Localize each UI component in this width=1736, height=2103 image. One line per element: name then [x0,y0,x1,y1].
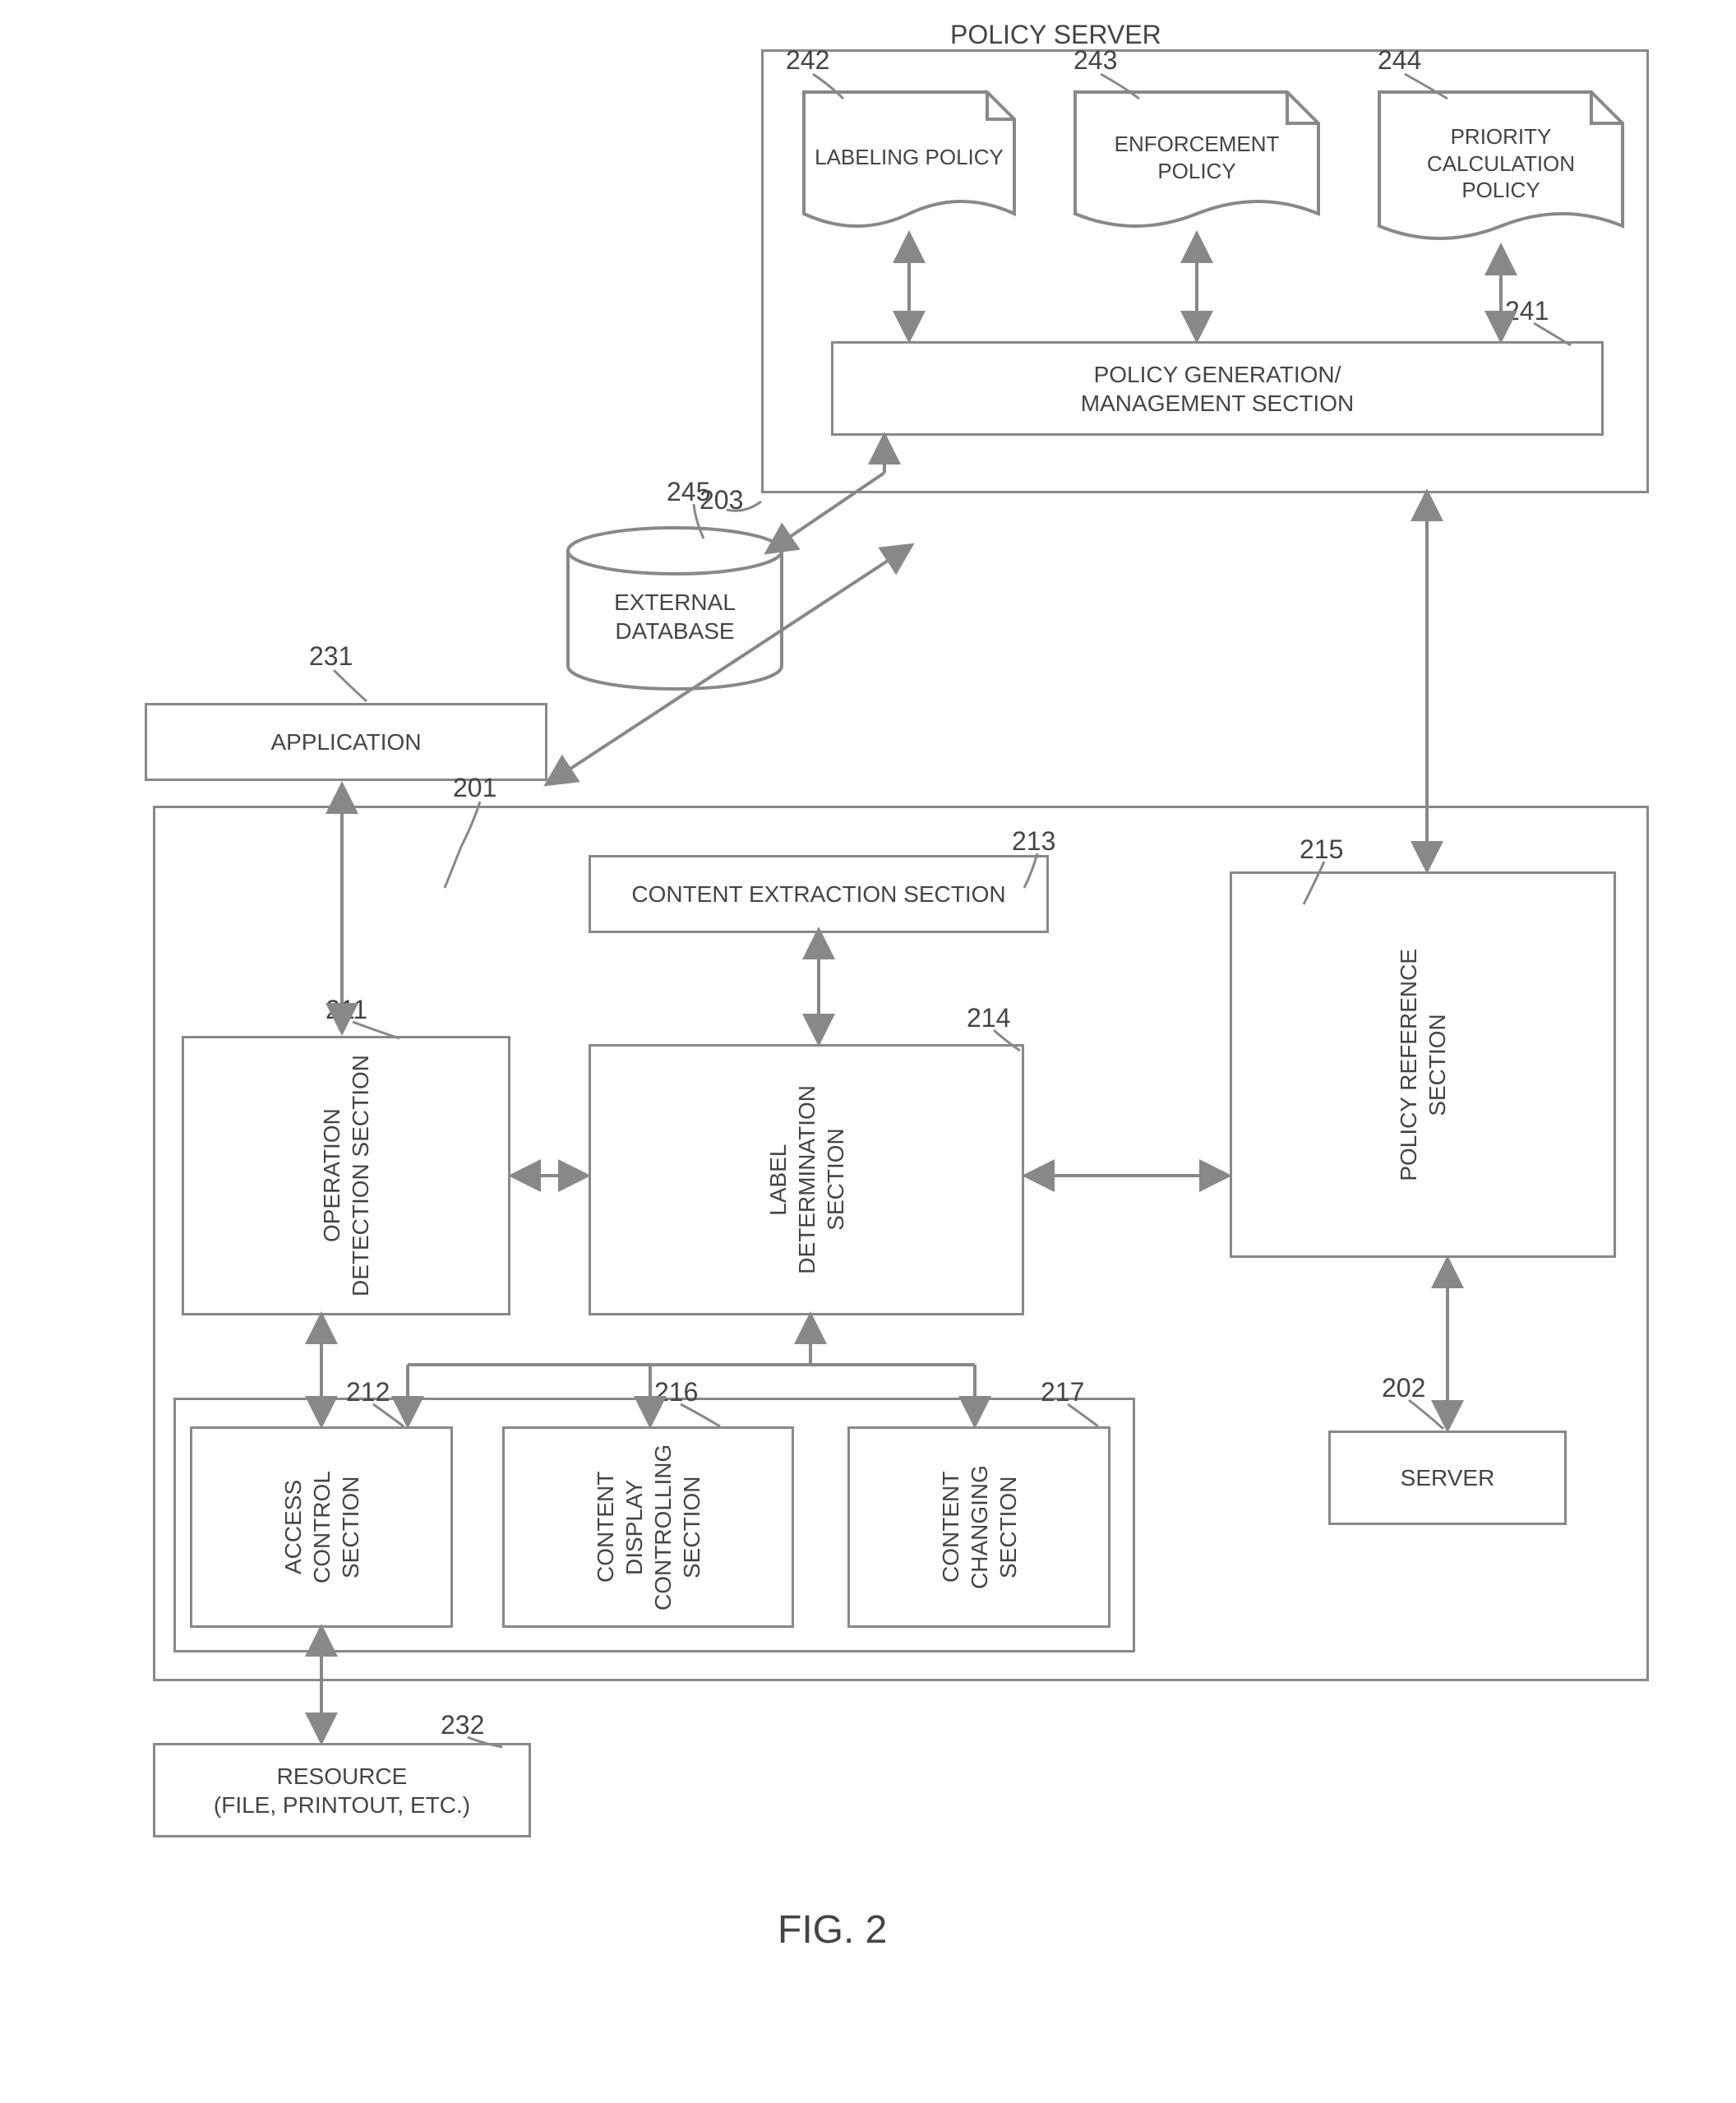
ref-212: 212 [346,1377,390,1407]
application-label: APPLICATION [270,728,421,756]
access-control-label: ACCESS CONTROL SECTION [279,1435,365,1619]
operation-detection-label: OPERATION DETECTION SECTION [317,1055,375,1296]
labeling-policy-doc: LABELING POLICY [802,90,1016,234]
ref-245: 245 [667,477,710,507]
enforcement-policy-doc: ENFORCEMENT POLICY [1073,90,1320,234]
policy-server-label: POLICY SERVER [950,20,1161,50]
external-database: EXTERNAL DATABASE [564,526,786,691]
content-changing-box: CONTENT CHANGING SECTION [847,1426,1110,1628]
label-determination-label: LABEL DETERMINATION SECTION [764,1085,850,1274]
ref-243: 243 [1073,45,1117,76]
policy-gen-mgmt-label: POLICY GENERATION/ MANAGEMENT SECTION [1081,360,1354,418]
resource-box: RESOURCE (FILE, PRINTOUT, ETC.) [153,1743,531,1837]
ref-201: 201 [453,773,496,803]
ref-213: 213 [1012,826,1055,857]
content-display-controlling-box: CONTENT DISPLAY CONTROLLING SECTION [502,1426,794,1628]
ref-216: 216 [654,1377,698,1407]
content-extraction-label: CONTENT EXTRACTION SECTION [631,880,1005,908]
policy-reference-box: POLICY REFERENCE SECTION [1230,871,1616,1258]
ref-241: 241 [1505,296,1549,326]
content-display-controlling-label: CONTENT DISPLAY CONTROLLING SECTION [591,1435,706,1619]
ref-214: 214 [967,1003,1010,1033]
content-extraction-box: CONTENT EXTRACTION SECTION [589,855,1049,933]
ref-231: 231 [309,641,353,672]
policy-reference-label: POLICY REFERENCE SECTION [1394,949,1452,1181]
diagram-canvas: POLICY SERVER LABELING POLICY ENFORCEMEN… [46,16,1690,2006]
ref-217: 217 [1041,1377,1084,1407]
ref-244: 244 [1378,45,1421,76]
ref-211: 211 [326,995,367,1025]
content-changing-label: CONTENT CHANGING SECTION [936,1435,1023,1619]
priority-calc-policy-doc: PRIORITY CALCULATION POLICY [1378,90,1624,247]
ref-202: 202 [1382,1373,1425,1403]
ref-215: 215 [1300,834,1343,865]
figure-caption: FIG. 2 [778,1907,887,1953]
application-box: APPLICATION [145,703,547,781]
label-determination-box: LABEL DETERMINATION SECTION [589,1044,1024,1315]
ref-242: 242 [786,45,829,76]
resource-label: RESOURCE (FILE, PRINTOUT, ETC.) [214,1762,470,1819]
server-label: SERVER [1401,1463,1495,1492]
operation-detection-box: OPERATION DETECTION SECTION [182,1036,510,1315]
access-control-box: ACCESS CONTROL SECTION [190,1426,453,1628]
policy-gen-mgmt-box: POLICY GENERATION/ MANAGEMENT SECTION [831,341,1604,436]
ref-232: 232 [441,1710,484,1740]
server-box: SERVER [1328,1431,1567,1525]
